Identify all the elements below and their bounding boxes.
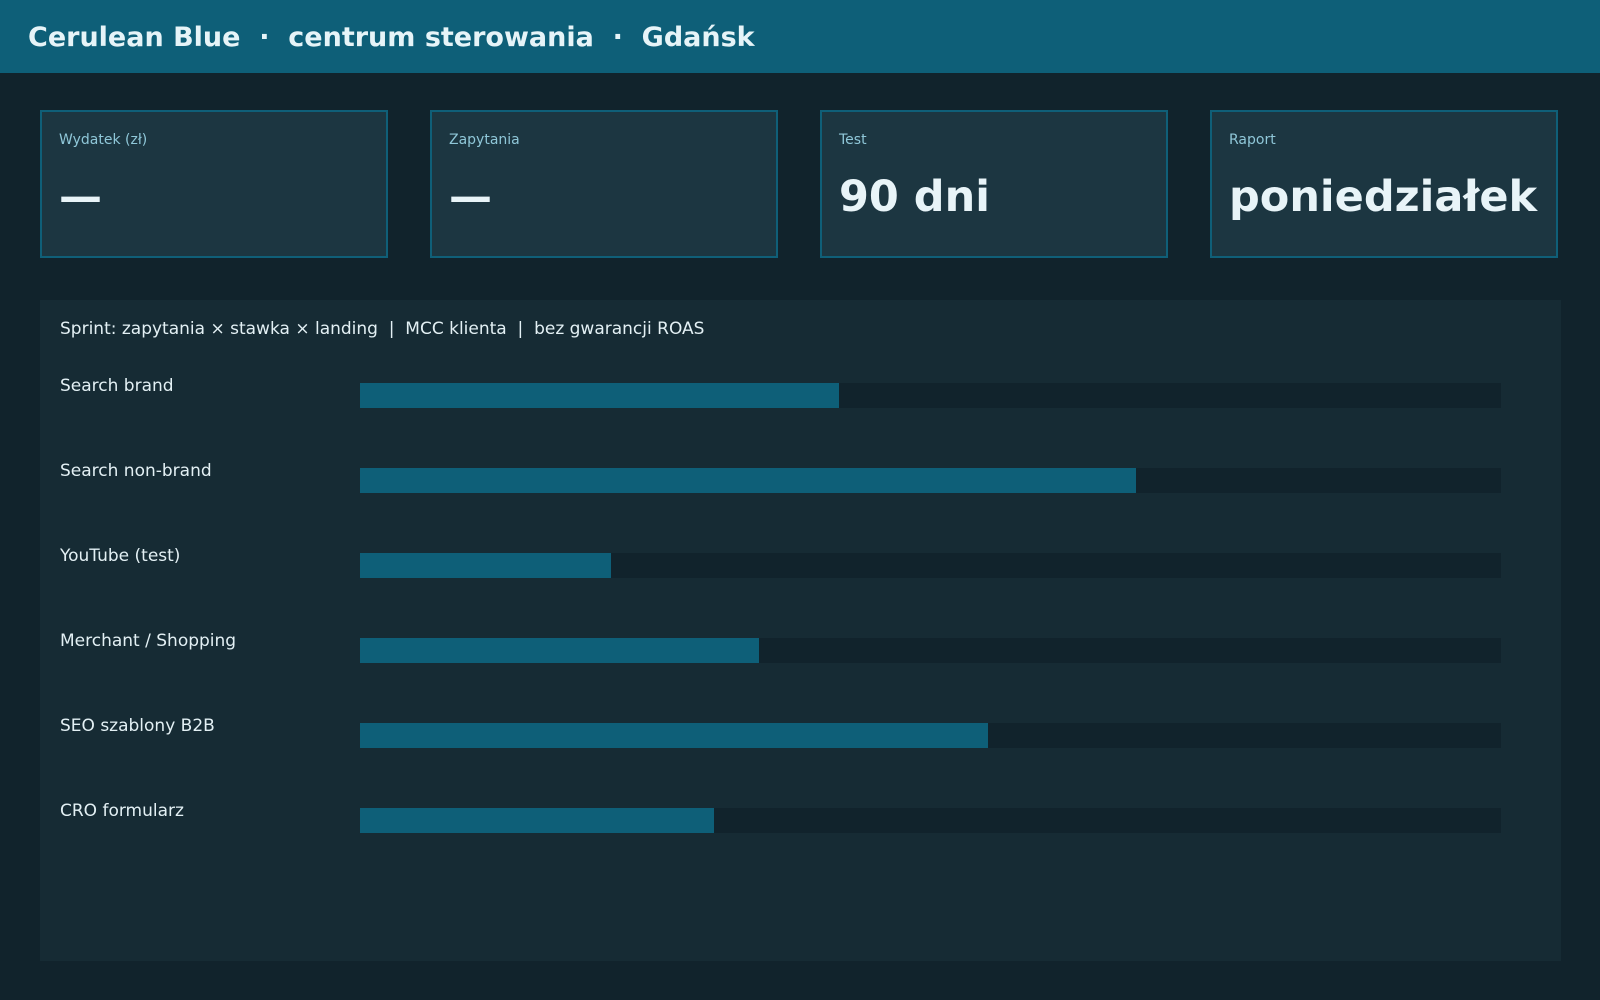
kpi-value: poniedziałek [1229, 172, 1538, 222]
progress-fill [360, 808, 714, 833]
progress-track [360, 808, 1501, 833]
sprint-caption: Sprint: zapytania × stawka × landing | M… [60, 319, 705, 339]
kpi-card-test: Test 90 dni [820, 110, 1168, 258]
channel-row: Search brand [40, 376, 1561, 416]
kpi-label: Wydatek (zł) [59, 132, 148, 148]
channel-label: CRO formularz [60, 801, 184, 821]
progress-fill [360, 383, 840, 408]
channel-row: Search non-brand [40, 461, 1561, 501]
progress-track [360, 553, 1501, 578]
progress-fill [360, 468, 1136, 493]
channel-label: Search non-brand [60, 461, 212, 481]
kpi-card-report: Raport poniedziałek [1210, 110, 1558, 258]
progress-track [360, 468, 1501, 493]
page-title: Cerulean Blue · centrum sterowania · Gda… [28, 22, 755, 53]
kpi-label: Raport [1229, 132, 1276, 148]
progress-track [360, 723, 1501, 748]
progress-fill [360, 723, 988, 748]
progress-fill [360, 553, 612, 578]
kpi-label: Test [839, 132, 867, 148]
app-header: Cerulean Blue · centrum sterowania · Gda… [0, 0, 1600, 73]
progress-track [360, 638, 1501, 663]
kpi-value: — [59, 172, 102, 222]
channel-label: SEO szablony B2B [60, 716, 215, 736]
channel-row: SEO szablony B2B [40, 716, 1561, 756]
channel-label: Merchant / Shopping [60, 631, 237, 651]
kpi-value: — [449, 172, 492, 222]
channel-row: CRO formularz [40, 801, 1561, 841]
kpi-card-spend: Wydatek (zł) — [40, 110, 388, 258]
channel-label: Search brand [60, 376, 174, 396]
channel-label: YouTube (test) [60, 546, 181, 566]
sprint-panel: Sprint: zapytania × stawka × landing | M… [40, 300, 1561, 961]
channel-row: YouTube (test) [40, 546, 1561, 586]
progress-track [360, 383, 1501, 408]
channel-row: Merchant / Shopping [40, 631, 1561, 671]
kpi-value: 90 dni [839, 172, 990, 222]
progress-fill [360, 638, 760, 663]
kpi-card-queries: Zapytania — [430, 110, 778, 258]
kpi-label: Zapytania [449, 132, 520, 148]
